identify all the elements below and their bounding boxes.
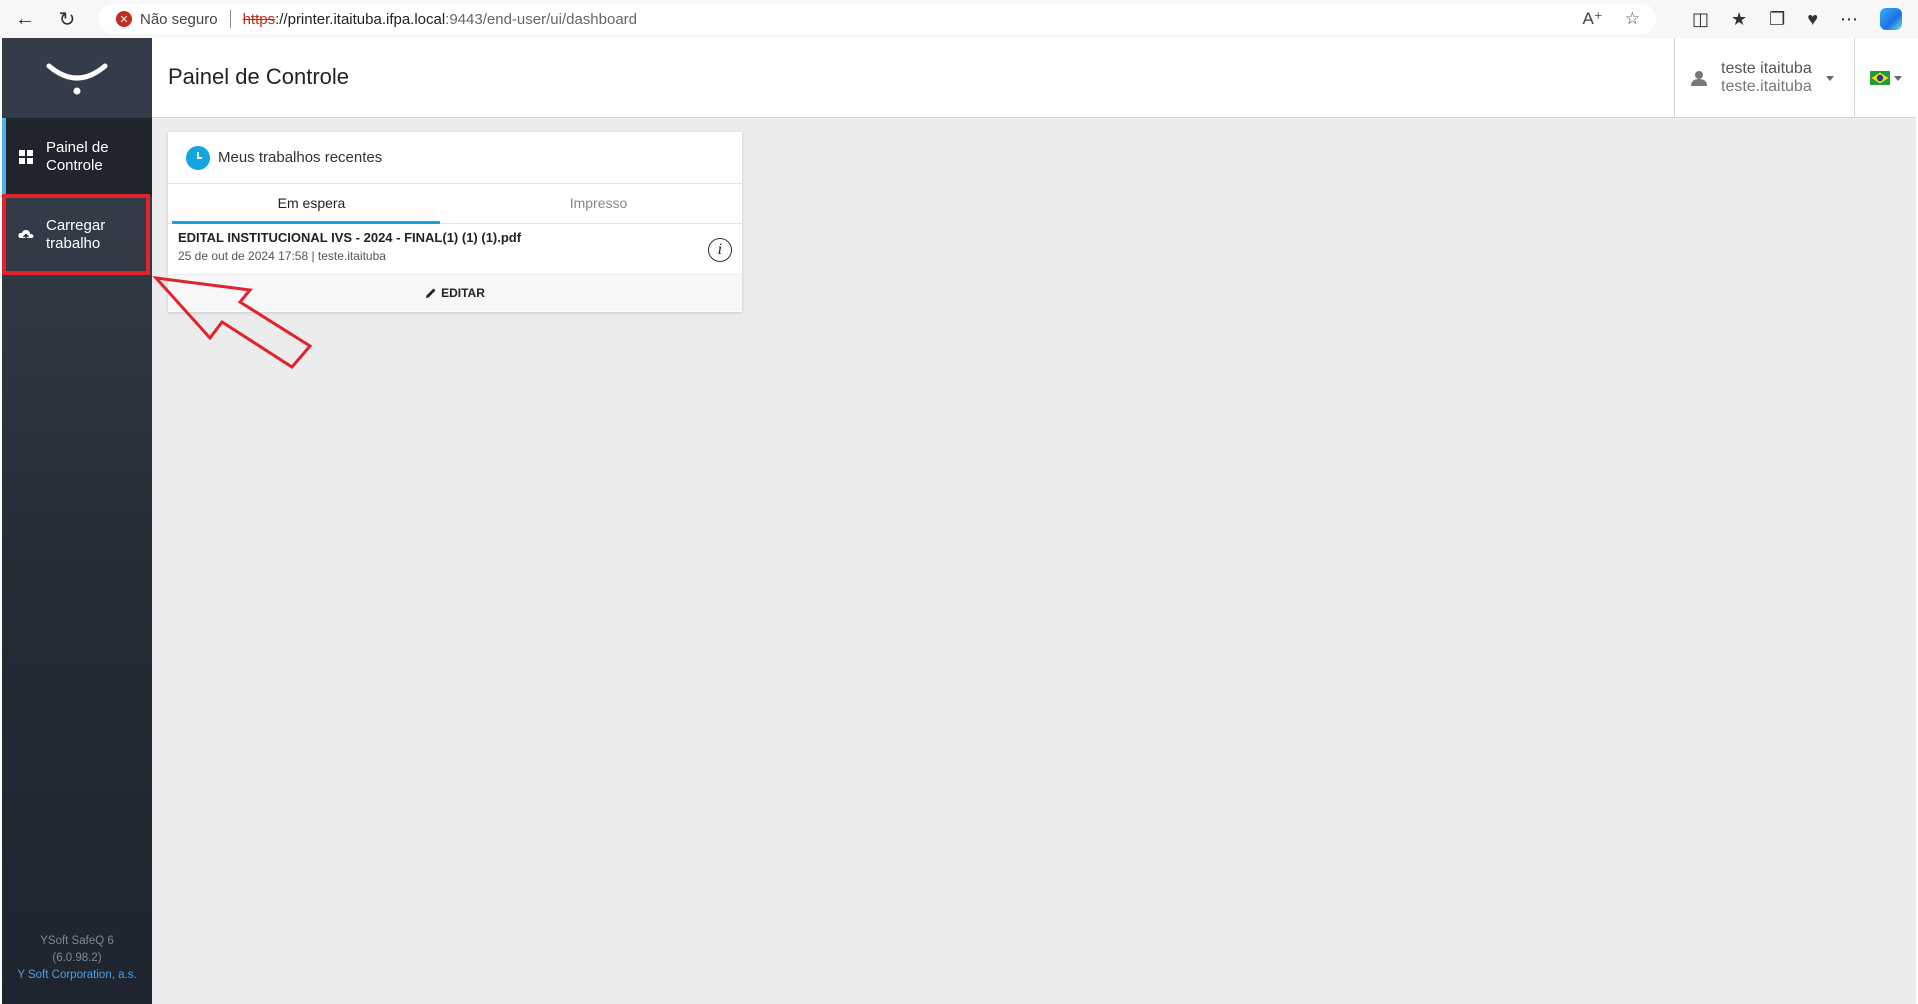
split-screen-icon[interactable]: ◫ [1692, 9, 1709, 30]
refresh-icon[interactable]: ↻ [50, 4, 84, 34]
ysoft-logo[interactable] [2, 38, 152, 118]
sidebar-item-dashboard[interactable]: Painel de Controle [2, 118, 152, 196]
sidebar-item-label: Painel de Controle [46, 139, 109, 174]
back-arrow-icon[interactable]: ← [8, 4, 42, 34]
job-row[interactable]: EDITAL INSTITUCIONAL IVS - 2024 - FINAL(… [168, 224, 742, 274]
sidebar-item-label: Carregar trabalho [46, 217, 106, 252]
copilot-icon[interactable] [1880, 8, 1902, 30]
edit-label: EDITAR [441, 286, 485, 300]
user-name: teste itaituba [1721, 60, 1812, 77]
language-selector[interactable] [1854, 38, 1916, 118]
collections-icon[interactable]: ❐ [1769, 9, 1785, 30]
ysoft-logo-icon [46, 63, 108, 95]
page-header: Painel de Controle teste itaituba teste.… [152, 38, 1916, 118]
upload-cloud-icon [18, 229, 34, 241]
security-label[interactable]: Não seguro [140, 11, 218, 28]
sidebar-footer: YSoft SafeQ 6 (6.0.98.2) Y Soft Corporat… [2, 933, 152, 984]
url-scheme: https [242, 10, 276, 28]
job-tabs: Em espera Impresso [168, 184, 742, 224]
chevron-down-icon [1825, 75, 1834, 81]
clock-icon [186, 145, 210, 170]
sidebar-item-upload-job[interactable]: Carregar trabalho [2, 196, 152, 274]
chevron-down-icon [1893, 75, 1902, 81]
product-name: YSoft SafeQ 6 [40, 935, 114, 947]
pencil-icon [426, 288, 436, 298]
card-title: Meus trabalhos recentes [218, 149, 383, 166]
user-icon [1691, 71, 1707, 86]
address-divider [229, 10, 231, 28]
job-meta: 25 de out de 2024 17:58 | teste.itaituba [178, 249, 386, 263]
browser-essentials-icon[interactable]: ♥ [1807, 9, 1818, 30]
job-name: EDITAL INSTITUCIONAL IVS - 2024 - FINAL(… [178, 230, 522, 245]
read-aloud-icon[interactable]: A⁺ [1582, 9, 1602, 29]
brazil-flag-icon [1869, 71, 1890, 85]
not-secure-icon[interactable]: ✕ [116, 11, 132, 27]
url-path: :9443/end-user/ui/dashboard [445, 10, 638, 28]
grid-icon [19, 150, 33, 164]
address-bar[interactable]: ✕ Não seguro https://printer.itaituba.if… [98, 4, 1656, 34]
favorites-icon[interactable]: ★ [1731, 9, 1747, 30]
user-login: teste.itaituba [1721, 78, 1812, 95]
company-link[interactable]: Y Soft Corporation, a.s. [2, 967, 152, 984]
sidebar: Painel de Controle Carregar trabalho YSo… [2, 38, 152, 1004]
pointer-arrow-annotation [152, 276, 312, 369]
tab-waiting[interactable]: Em espera [168, 184, 455, 223]
page-title: Painel de Controle [168, 64, 350, 89]
url-host: ://printer.itaituba.ifpa.local [275, 10, 446, 28]
info-icon[interactable]: i [708, 238, 732, 262]
user-menu[interactable]: teste itaituba teste.itaituba [1674, 38, 1854, 118]
more-options-icon[interactable]: ⋯ [1840, 9, 1858, 30]
browser-toolbar: ← ↻ ✕ Não seguro https://printer.itaitub… [0, 0, 1918, 38]
app-window: Painel de Controle Carregar trabalho YSo… [2, 38, 1916, 1004]
product-version: (6.0.98.2) [52, 952, 102, 964]
favorite-star-icon[interactable]: ☆ [1625, 9, 1640, 29]
tab-printed[interactable]: Impresso [455, 184, 742, 223]
card-header: Meus trabalhos recentes [168, 132, 742, 184]
